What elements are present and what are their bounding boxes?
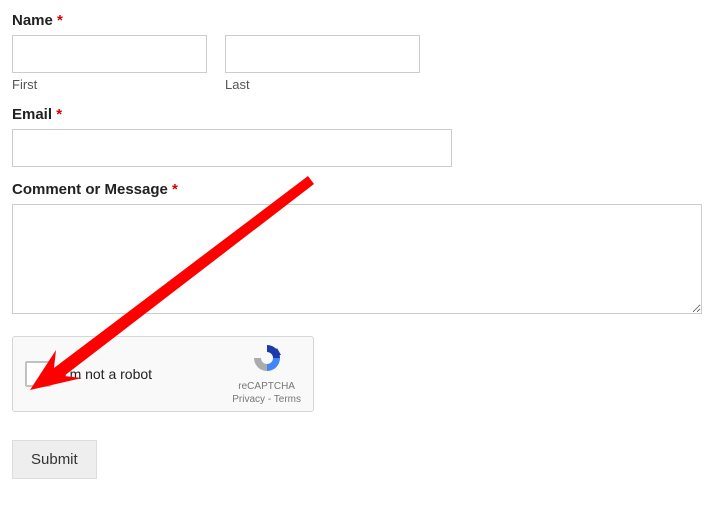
last-name-sublabel: Last	[225, 77, 420, 92]
recaptcha-left: I'm not a robot	[25, 361, 152, 387]
recaptcha-widget: I'm not a robot reCAPTCHA Privacy - Term…	[12, 336, 314, 412]
first-name-col: First	[12, 35, 207, 92]
email-group: Email *	[12, 106, 700, 167]
comment-label-row: Comment or Message *	[12, 181, 700, 198]
comment-label: Comment or Message	[12, 181, 168, 198]
last-name-input[interactable]	[225, 35, 420, 73]
name-group: Name * First Last	[12, 12, 700, 92]
first-name-input[interactable]	[12, 35, 207, 73]
name-label: Name	[12, 12, 53, 29]
comment-group: Comment or Message *	[12, 181, 700, 314]
last-name-col: Last	[225, 35, 420, 92]
recaptcha-terms-link[interactable]: Terms	[274, 394, 301, 405]
email-label: Email	[12, 106, 52, 123]
email-wrap	[12, 129, 452, 167]
email-label-row: Email *	[12, 106, 700, 123]
comment-textarea[interactable]	[12, 204, 702, 314]
name-label-row: Name *	[12, 12, 700, 29]
recaptcha-sep: -	[265, 394, 274, 405]
submit-button[interactable]: Submit	[12, 440, 97, 479]
required-asterisk: *	[56, 106, 62, 123]
required-asterisk: *	[57, 12, 63, 29]
recaptcha-right: reCAPTCHA Privacy - Terms	[232, 342, 301, 406]
recaptcha-label: I'm not a robot	[63, 366, 152, 382]
first-name-sublabel: First	[12, 77, 207, 92]
required-asterisk: *	[172, 181, 178, 198]
recaptcha-checkbox[interactable]	[25, 361, 51, 387]
email-input[interactable]	[12, 129, 452, 167]
recaptcha-privacy-link[interactable]: Privacy	[232, 394, 265, 405]
recaptcha-links: Privacy - Terms	[232, 393, 301, 406]
recaptcha-brand: reCAPTCHA	[232, 380, 301, 393]
recaptcha-icon	[232, 342, 301, 378]
name-inputs: First Last	[12, 35, 700, 92]
